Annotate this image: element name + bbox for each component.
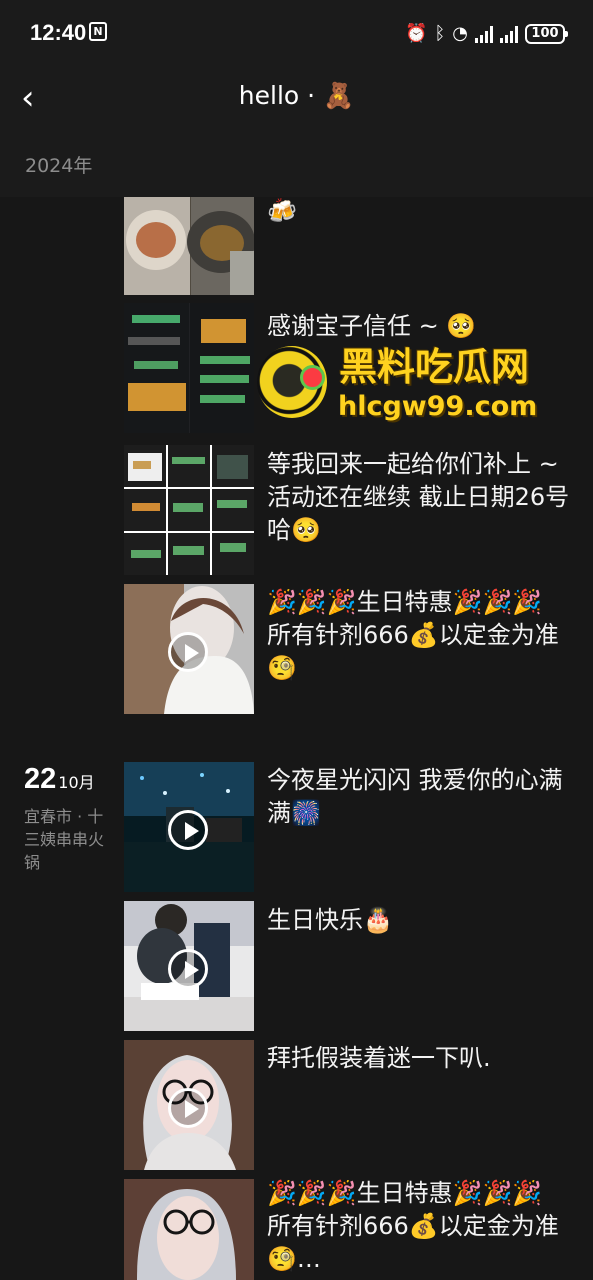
post-fascinated-video[interactable]: 拜托假装着迷一下叭. — [124, 1040, 569, 1170]
page-title: hello · 🧸 — [238, 81, 355, 110]
birthday-video-thumbnail[interactable] — [124, 901, 254, 1031]
signal-icon-second — [500, 25, 518, 43]
alarm-icon: ⏰ — [405, 23, 428, 44]
post-chat-activity[interactable]: 等我回来一起给你们补上 ~ 活动还在继续 截止日期26号哈🥺 — [124, 445, 569, 575]
location-label[interactable]: 宜春市 · 十三姨串串火锅 — [24, 805, 108, 874]
post-caption: 🍻 — [267, 197, 297, 225]
date-month: 10月 — [58, 773, 95, 792]
post-chat-thanks[interactable]: 感谢宝子信任 ~ 🥺 — [124, 303, 569, 433]
bluetooth-icon: ᛒ — [434, 23, 446, 44]
glasses-video-thumbnail[interactable] — [124, 1179, 254, 1280]
post-caption: 🎉🎉🎉生日特惠🎉🎉🎉 所有针剂666💰以定金为准🧐 — [267, 588, 559, 682]
navigation-bar: ‹ hello · 🧸 — [0, 68, 593, 134]
post-caption: 感谢宝子信任 ~ 🥺 — [267, 312, 477, 340]
chat-grid-art — [124, 445, 254, 575]
nfc-icon: N — [89, 22, 107, 41]
date-block: 22 10月 宜春市 · 十三姨串串火锅 — [24, 763, 114, 874]
dinner-photo-thumbnail[interactable] — [124, 197, 254, 295]
post-birthday-special-video[interactable]: 🎉🎉🎉生日特惠🎉🎉🎉 所有针剂666💰以定金为准🧐 — [124, 584, 569, 714]
chat-grid-thumbnail[interactable] — [124, 445, 254, 575]
post-photo-dinner[interactable]: 🍻 — [124, 197, 569, 295]
play-icon[interactable] — [168, 632, 208, 672]
glasses-video-art — [124, 1179, 254, 1280]
post-caption: 今夜星光闪闪 我爱你的心满满🎆 — [267, 766, 563, 827]
status-time: 12:40 — [30, 20, 87, 45]
post-caption: 拜托假装着迷一下叭. — [267, 1044, 491, 1072]
battery-icon: 100 — [525, 24, 568, 44]
play-icon[interactable] — [168, 949, 208, 989]
party-video-thumbnail[interactable] — [124, 762, 254, 892]
date-day: 22 — [24, 763, 57, 795]
video-thumbnail-portrait[interactable] — [124, 584, 254, 714]
timeline: 🍻 感谢宝子信任 ~ 🥺 等我回来一起给你们补上 ~ 活动还在继续 截止日期26… — [0, 197, 593, 1280]
post-happy-birthday-video[interactable]: 生日快乐🎂 — [124, 901, 569, 1031]
wifi-icon: ◔ — [452, 23, 468, 44]
dinner-photo-art — [124, 197, 254, 295]
year-row: 2024年 — [0, 134, 593, 197]
play-icon[interactable] — [168, 810, 208, 850]
post-caption: 等我回来一起给你们补上 ~ 活动还在继续 截止日期26号哈🥺 — [267, 450, 570, 544]
post-caption: 生日快乐🎂 — [267, 906, 393, 934]
post-starlight-video[interactable]: 今夜星光闪闪 我爱你的心满满🎆 — [124, 762, 569, 892]
chat-screenshot-art — [124, 303, 254, 433]
post-caption: 🎉🎉🎉生日特惠🎉🎉🎉 所有针剂666💰以定金为准🧐… — [267, 1179, 559, 1273]
year-label: 2024年 — [25, 155, 93, 177]
status-icons: ⏰ ᛒ ◔ 100 — [405, 20, 568, 48]
signal-icon — [475, 25, 493, 43]
post-birthday-special-second[interactable]: 🎉🎉🎉生日特惠🎉🎉🎉 所有针剂666💰以定金为准🧐… — [124, 1179, 569, 1280]
play-icon[interactable] — [168, 1088, 208, 1128]
chat-screenshot-thumbnail[interactable] — [124, 303, 254, 433]
glasses-portrait-video-thumbnail[interactable] — [124, 1040, 254, 1170]
status-bar: 12:40 N ⏰ ᛒ ◔ 100 — [0, 0, 593, 68]
